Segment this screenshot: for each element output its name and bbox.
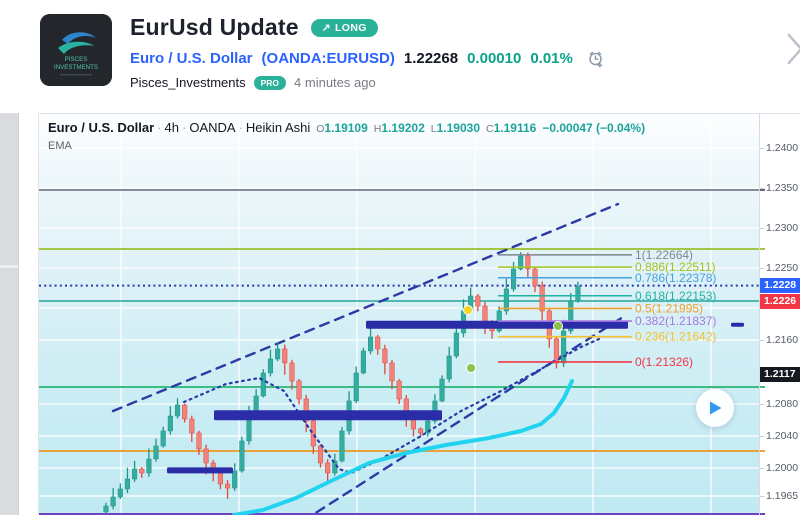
legend-part: 4h xyxy=(165,120,179,135)
legend-part: Euro / U.S. Dollar xyxy=(48,120,154,135)
chart-legend[interactable]: Euro / U.S. Dollar·4h·OANDA·Heikin AshiO… xyxy=(48,120,645,135)
axis-tick xyxy=(760,436,764,437)
price-tag: 1.2228 xyxy=(760,278,800,293)
alert-clock-add-icon[interactable] xyxy=(586,49,605,68)
chevron-right-icon[interactable] xyxy=(784,32,800,66)
page-left-gutter xyxy=(0,113,19,515)
legend-part: OANDA xyxy=(189,120,235,135)
fib-label: 0.786(1.22378) xyxy=(635,271,716,285)
play-icon xyxy=(708,400,723,416)
fib-label: 0.382(1.21837) xyxy=(635,314,716,328)
axis-tick xyxy=(760,496,764,497)
ohlc-value: 1.19109 xyxy=(324,121,367,135)
direction-badge-label: LONG xyxy=(335,22,367,34)
axis-price-label: 1.1965 xyxy=(766,490,798,502)
axis-tick xyxy=(760,148,764,149)
chart-plot-area[interactable]: 1(1.22664)0.886(1.22511)0.786(1.22378)0.… xyxy=(39,114,759,515)
price-tag: 1.2117 xyxy=(760,367,800,382)
logo-text-1: PISCES xyxy=(65,56,88,63)
ema-line xyxy=(234,381,572,515)
level-line-axis-tick xyxy=(760,386,765,388)
arrow-up-right-icon: ↗ xyxy=(322,22,331,34)
author-avatar[interactable]: PISCES INVESTMENTS xyxy=(40,14,112,86)
legend-separator: · xyxy=(179,120,189,135)
price-axis[interactable]: 1.2400 1.2350 1.2300 1.2250 1.2160 1.2080 1.20… xyxy=(759,114,800,515)
ohlc-value: 1.19202 xyxy=(381,121,424,135)
axis-tick xyxy=(760,340,764,341)
page-title: EurUsd Update xyxy=(130,14,299,41)
ohlc-value: 1.19030 xyxy=(437,121,480,135)
axis-price-label: 1.2250 xyxy=(766,262,798,274)
axis-tick xyxy=(760,228,764,229)
price-tag: 1.2226 xyxy=(760,294,800,309)
legend-part: Heikin Ashi xyxy=(246,120,310,135)
play-button[interactable] xyxy=(696,389,734,427)
level-line-axis-tick xyxy=(760,248,765,250)
legend-separator: · xyxy=(236,120,246,135)
ohlc-key: C xyxy=(486,123,494,135)
direction-badge: ↗ LONG xyxy=(311,19,378,37)
fib-retracement: 1(1.22664)0.886(1.22511)0.786(1.22378)0.… xyxy=(498,248,716,369)
axis-price-label: 1.2350 xyxy=(766,182,798,194)
ohlc-change: −0.00047 (−0.04%) xyxy=(542,121,645,135)
fib-label: 0(1.21326) xyxy=(635,355,693,369)
quote-change-pct: 0.01% xyxy=(530,50,573,67)
symbol-exchange-link[interactable]: (OANDA:EURUSD) xyxy=(262,50,395,67)
symbol-link[interactable]: Euro / U.S. Dollar xyxy=(130,50,253,67)
ohlc-value: 1.19116 xyxy=(494,121,537,135)
axis-tick xyxy=(760,268,764,269)
dotted-ma-line xyxy=(184,339,599,473)
pro-badge: PRO xyxy=(254,76,286,90)
axis-price-label: 1.2400 xyxy=(766,142,798,154)
axis-price-label: 1.2300 xyxy=(766,222,798,234)
fib-label: 0.236(1.21642) xyxy=(635,330,716,344)
legend-separator: · xyxy=(154,120,164,135)
pisces-investments-logo: PISCES INVESTMENTS xyxy=(40,14,112,86)
idea-header: PISCES INVESTMENTS EurUsd Update ↗ LONG … xyxy=(40,12,800,112)
author-name[interactable]: Pisces_Investments xyxy=(130,75,246,90)
axis-price-label: 1.2000 xyxy=(766,462,798,474)
quote-change: 0.00010 xyxy=(467,50,521,67)
level-line-axis-tick xyxy=(760,189,765,191)
tradingview-idea-widget: PISCES INVESTMENTS EurUsd Update ↗ LONG … xyxy=(0,0,800,515)
quote-price: 1.22268 xyxy=(404,50,458,67)
timestamp: 4 minutes ago xyxy=(294,75,376,90)
axis-price-label: 1.2080 xyxy=(766,398,798,410)
logo-text-2: INVESTMENTS xyxy=(54,64,98,71)
axis-price-label: 1.2160 xyxy=(766,334,798,346)
chart-card: 1(1.22664)0.886(1.22511)0.786(1.22378)0.… xyxy=(38,113,800,515)
level-line-axis-tick xyxy=(760,450,765,452)
chart-canvas: 1(1.22664)0.886(1.22511)0.786(1.22378)0.… xyxy=(39,114,759,515)
indicator-label-ema[interactable]: EMA xyxy=(48,140,72,152)
axis-price-label: 1.2040 xyxy=(766,430,798,442)
axis-tick xyxy=(760,404,764,405)
axis-tick xyxy=(760,468,764,469)
